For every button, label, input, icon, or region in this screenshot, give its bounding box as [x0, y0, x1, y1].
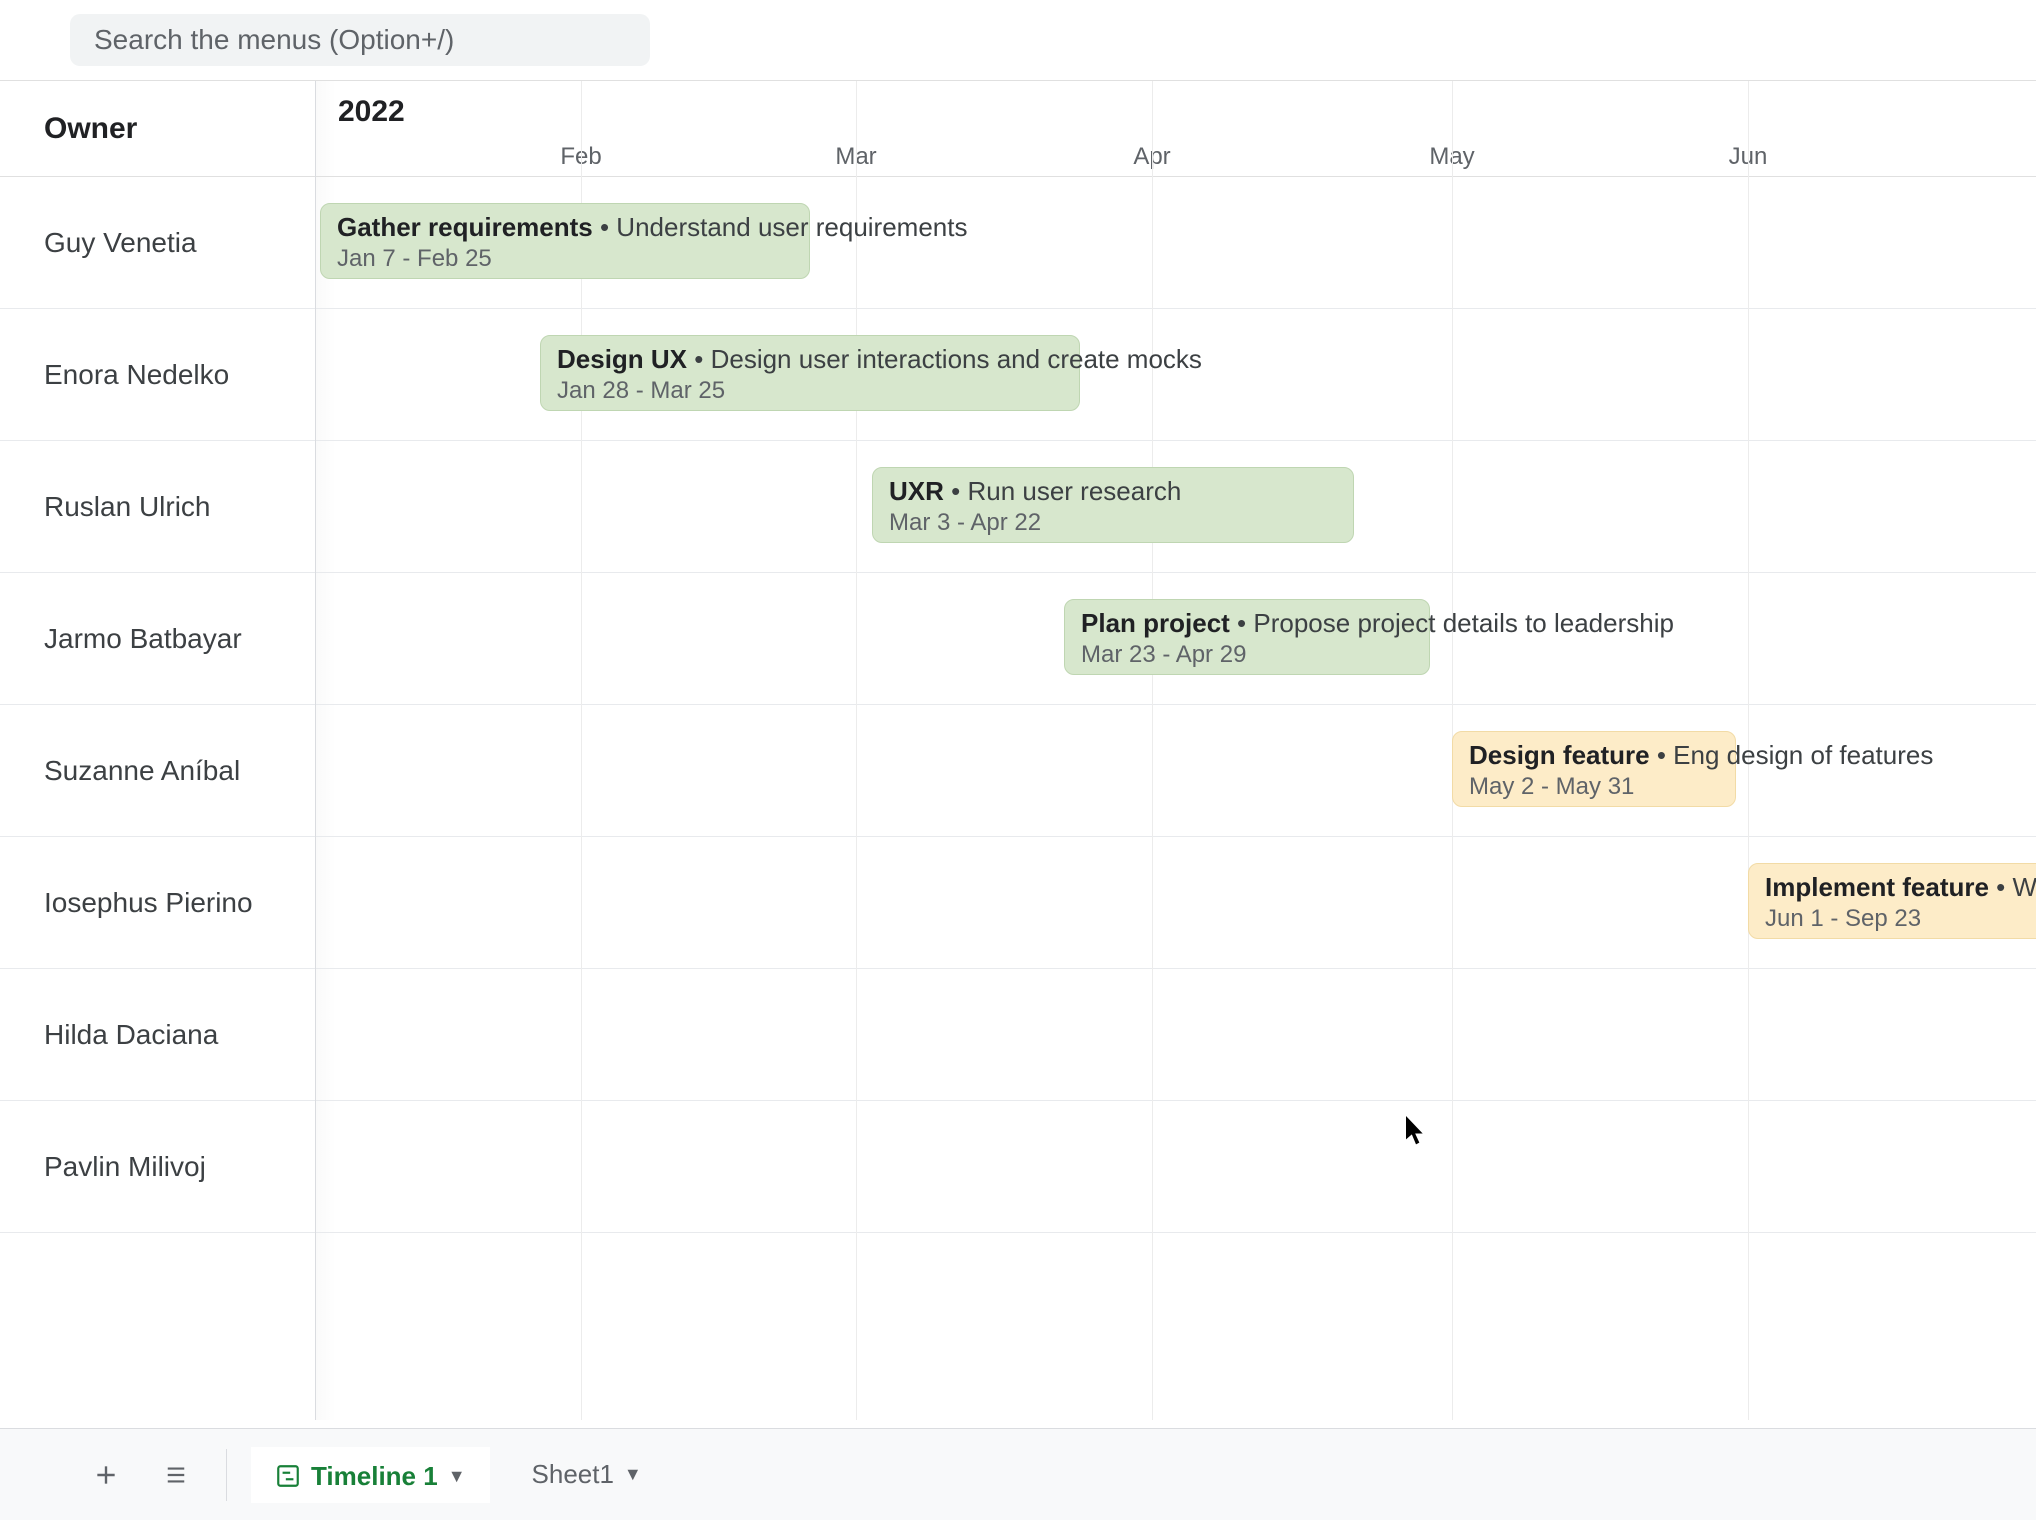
task-card[interactable]: Plan project • Propose project details t…	[1064, 599, 1430, 675]
task-title: Design UX	[557, 344, 687, 374]
task-dates: Jan 28 - Mar 25	[557, 377, 1063, 405]
tab-label: Sheet1	[532, 1459, 614, 1490]
plus-icon	[93, 1462, 119, 1488]
timeline-icon	[275, 1463, 301, 1489]
task-card[interactable]: Design UX • Design user interactions and…	[540, 335, 1080, 411]
column-gridline	[581, 81, 582, 1420]
task-dates: Jan 7 - Feb 25	[337, 245, 793, 273]
task-desc: • Run user research	[944, 476, 1181, 506]
timeline-row[interactable]: UXR • Run user researchMar 3 - Apr 22	[316, 441, 2036, 573]
owner-cell[interactable]: Ruslan Ulrich	[0, 441, 315, 573]
task-card[interactable]: Design feature • Eng design of featuresM…	[1452, 731, 1736, 807]
task-title-line: Design UX • Design user interactions and…	[557, 344, 1063, 375]
task-title: Design feature	[1469, 740, 1650, 770]
task-card[interactable]: Implement feature • WriteJun 1 - Sep 23	[1748, 863, 2036, 939]
tab-label: Timeline 1	[311, 1461, 438, 1492]
timeline-row[interactable]	[316, 969, 2036, 1101]
timeline-row[interactable]: Plan project • Propose project details t…	[316, 573, 2036, 705]
chevron-down-icon[interactable]: ▼	[624, 1464, 642, 1485]
task-card[interactable]: Gather requirements • Understand user re…	[320, 203, 810, 279]
tab-timeline[interactable]: Timeline 1 ▼	[251, 1447, 490, 1503]
column-gridline	[1152, 81, 1153, 1420]
task-title: Implement feature	[1765, 872, 1989, 902]
sheet-tabs-bar: Timeline 1 ▼ Sheet1 ▼	[0, 1428, 2036, 1520]
task-title-line: Design feature • Eng design of features	[1469, 740, 1719, 771]
search-input[interactable]	[70, 14, 650, 66]
timeline-row[interactable]	[316, 1101, 2036, 1233]
owner-cell[interactable]: Suzanne Aníbal	[0, 705, 315, 837]
task-title-line: Implement feature • Write	[1765, 872, 2036, 903]
tab-sheet1[interactable]: Sheet1 ▼	[508, 1447, 666, 1503]
task-title: UXR	[889, 476, 944, 506]
timeline-row[interactable]: Gather requirements • Understand user re…	[316, 177, 2036, 309]
menu-icon	[163, 1464, 189, 1486]
task-title-line: UXR • Run user research	[889, 476, 1337, 507]
owner-cell[interactable]: Hilda Daciana	[0, 969, 315, 1101]
add-sheet-button[interactable]	[80, 1449, 132, 1501]
task-desc: • Understand user requirements	[593, 212, 968, 242]
task-desc: • Propose project details to leadership	[1230, 608, 1674, 638]
all-sheets-button[interactable]	[150, 1449, 202, 1501]
search-bar-row	[0, 0, 2036, 80]
mouse-cursor	[1405, 1116, 1427, 1146]
task-title-line: Plan project • Propose project details t…	[1081, 608, 1413, 639]
timeline-header: 2022 FebMarAprMayJun	[316, 81, 2036, 177]
column-gridline	[856, 81, 857, 1420]
task-desc: • Write	[1989, 872, 2036, 902]
task-title-line: Gather requirements • Understand user re…	[337, 212, 793, 243]
task-card[interactable]: UXR • Run user researchMar 3 - Apr 22	[872, 467, 1354, 543]
timeline-row[interactable]: Implement feature • WriteJun 1 - Sep 23	[316, 837, 2036, 969]
task-dates: Mar 3 - Apr 22	[889, 509, 1337, 537]
owner-cell[interactable]: Jarmo Batbayar	[0, 573, 315, 705]
chevron-down-icon[interactable]: ▼	[448, 1466, 466, 1487]
task-dates: Mar 23 - Apr 29	[1081, 641, 1413, 669]
task-dates: May 2 - May 31	[1469, 773, 1719, 801]
owner-column: Owner Guy Venetia Enora Nedelko Ruslan U…	[0, 81, 316, 1420]
task-dates: Jun 1 - Sep 23	[1765, 905, 2036, 933]
timeline-row[interactable]: Design feature • Eng design of featuresM…	[316, 705, 2036, 837]
year-label: 2022	[338, 95, 405, 129]
tab-divider	[226, 1449, 227, 1501]
timeline-grid[interactable]: 2022 FebMarAprMayJun Gather requirements…	[316, 81, 2036, 1420]
owner-cell[interactable]: Enora Nedelko	[0, 309, 315, 441]
timeline-view: Owner Guy Venetia Enora Nedelko Ruslan U…	[0, 80, 2036, 1420]
timeline-row[interactable]: Design UX • Design user interactions and…	[316, 309, 2036, 441]
task-desc: • Design user interactions and create mo…	[687, 344, 1202, 374]
task-desc: • Eng design of features	[1650, 740, 1934, 770]
timeline-rows: Gather requirements • Understand user re…	[316, 177, 2036, 1233]
owner-cell[interactable]: Guy Venetia	[0, 177, 315, 309]
task-title: Plan project	[1081, 608, 1230, 638]
owner-column-header: Owner	[0, 81, 315, 177]
task-title: Gather requirements	[337, 212, 593, 242]
owner-cell[interactable]: Iosephus Pierino	[0, 837, 315, 969]
owner-cell[interactable]: Pavlin Milivoj	[0, 1101, 315, 1233]
